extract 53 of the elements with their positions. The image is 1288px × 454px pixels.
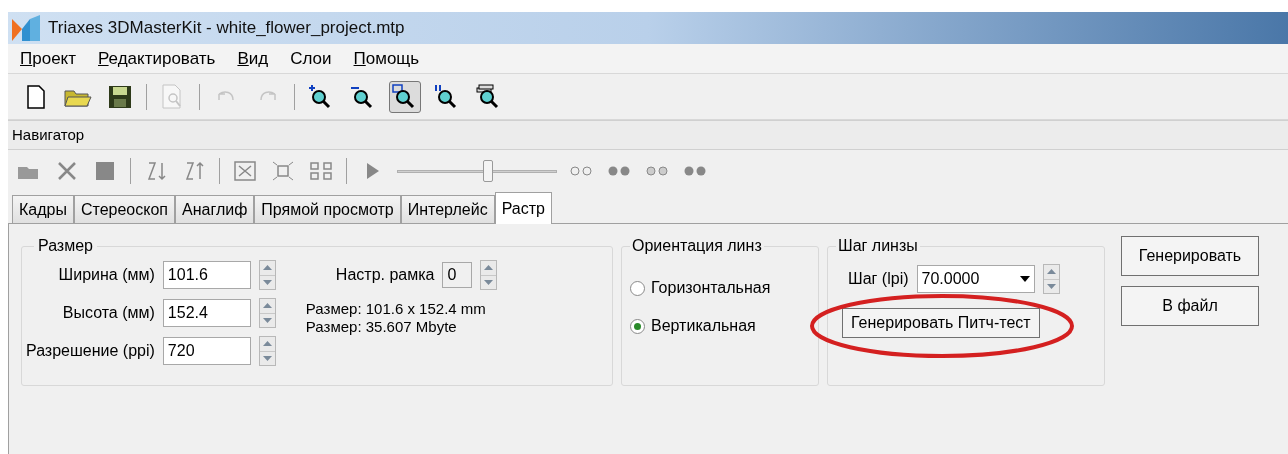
window-title: Triaxes 3DMasterKit - white_flower_project.mtp <box>48 17 405 40</box>
info-text: Размер: 35.607 Mbyte <box>305 318 458 336</box>
spin-buttons[interactable] <box>258 260 276 290</box>
tab[interactable]: Анаглиф <box>175 195 255 223</box>
ring-circles-icon[interactable] <box>645 165 671 177</box>
spin-buttons[interactable] <box>480 260 498 290</box>
group-title: Ориентация линз <box>631 236 763 256</box>
expand-icon[interactable] <box>270 159 296 183</box>
menu-item[interactable]: Вид <box>237 45 269 72</box>
menu-item[interactable]: Слои <box>290 45 332 72</box>
info-text: Размер: 101.6 x 152.4 mm <box>305 300 487 318</box>
tab[interactable]: Прямой просмотр <box>254 195 401 223</box>
hollow-circles-icon[interactable] <box>569 165 595 177</box>
radio-option[interactable]: Горизонтальная <box>630 276 810 300</box>
group-title: Размер <box>37 236 94 256</box>
fit-icon[interactable] <box>232 159 258 183</box>
app-logo-icon <box>12 15 40 41</box>
toolbar-button[interactable] <box>389 80 421 113</box>
tab[interactable]: Стереоскоп <box>73 195 175 223</box>
input-field[interactable]: 0 <box>442 262 473 288</box>
radio-option[interactable]: Вертикальная <box>630 314 810 338</box>
frame-slider[interactable] <box>397 160 557 182</box>
dropdown-arrow-icon <box>1019 276 1030 282</box>
field-label: Высота (мм) <box>62 303 155 323</box>
input-field[interactable]: 152.4 <box>162 299 251 327</box>
spin-buttons[interactable] <box>258 298 276 328</box>
group-title: Шаг линзы <box>837 236 919 256</box>
menu-item[interactable]: Помощь <box>353 45 420 72</box>
spin-buttons[interactable] <box>1042 264 1060 294</box>
slider-thumb[interactable] <box>483 160 494 182</box>
action-button[interactable]: Генерировать <box>1121 236 1259 276</box>
tab[interactable]: Кадры <box>12 195 74 223</box>
radio-button[interactable] <box>630 280 645 296</box>
redo-icon <box>259 90 277 103</box>
pitch-combobox[interactable]: 70.0000 <box>916 265 1035 293</box>
tab[interactable]: Растр <box>494 192 552 224</box>
menu-item[interactable]: Редактировать <box>98 45 216 72</box>
spin-buttons[interactable] <box>258 336 276 366</box>
input-field[interactable]: 720 <box>162 337 251 365</box>
navigator-title: Навигатор <box>12 124 85 145</box>
grid-icon[interactable] <box>308 159 334 183</box>
menu-item[interactable]: Проект <box>20 45 76 72</box>
action-button[interactable]: В файл <box>1121 286 1259 326</box>
field-label: Настр. рамка <box>335 265 435 285</box>
undo-icon <box>217 90 235 103</box>
field-label: Шаг (lpi) <box>848 269 909 289</box>
pitch-test-button[interactable]: Генерировать Питч-тест <box>842 308 1040 338</box>
input-field[interactable]: 101.6 <box>162 261 251 289</box>
radio-button[interactable] <box>630 318 645 334</box>
new-file-icon <box>26 84 46 109</box>
field-label: Ширина (мм) <box>58 265 155 285</box>
tab[interactable]: Интерлейс <box>400 195 495 223</box>
field-label: Разрешение (ppi) <box>26 341 155 361</box>
